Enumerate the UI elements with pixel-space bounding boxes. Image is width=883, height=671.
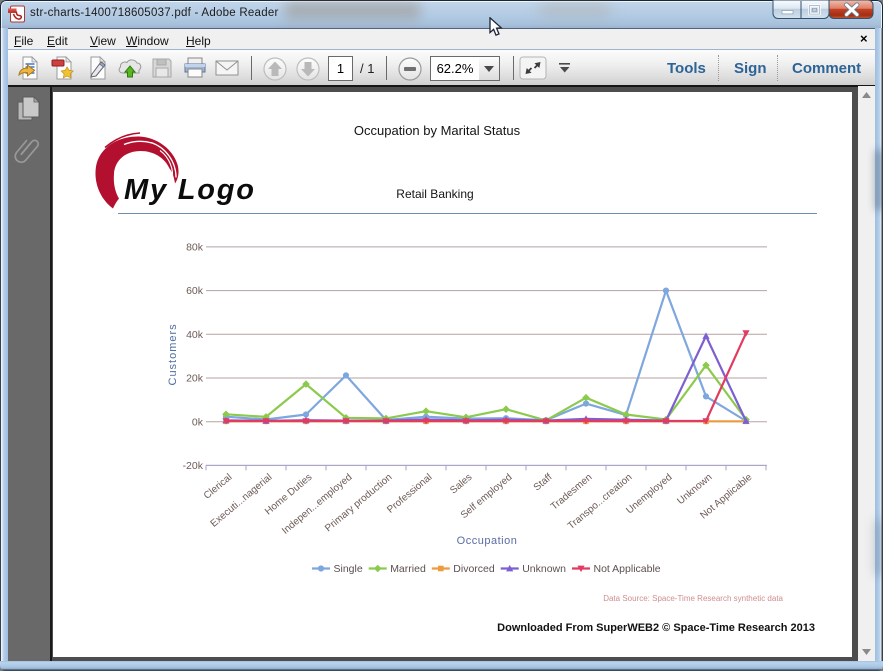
svg-text:Married: Married: [390, 563, 426, 575]
svg-text:80k: 80k: [186, 242, 204, 254]
svg-text:Staff: Staff: [532, 472, 555, 494]
svg-text:Divorced: Divorced: [453, 563, 495, 575]
svg-text:Clerical: Clerical: [202, 472, 235, 502]
svg-text:Single: Single: [334, 563, 363, 575]
svg-text:-20k: -20k: [183, 460, 204, 472]
svg-text:0k: 0k: [192, 416, 204, 428]
svg-text:20k: 20k: [186, 373, 204, 385]
svg-text:Indepen...employed: Indepen...employed: [280, 472, 354, 537]
svg-text:Unknown: Unknown: [522, 563, 566, 575]
svg-text:Not Applicable: Not Applicable: [594, 563, 661, 575]
svg-text:Customers: Customers: [167, 323, 179, 385]
svg-text:Occupation: Occupation: [457, 535, 518, 547]
svg-text:60k: 60k: [186, 285, 204, 297]
svg-text:Unknown: Unknown: [675, 472, 714, 507]
svg-text:Primary production: Primary production: [323, 472, 394, 534]
svg-text:40k: 40k: [186, 329, 204, 341]
svg-text:Sales: Sales: [448, 472, 474, 497]
